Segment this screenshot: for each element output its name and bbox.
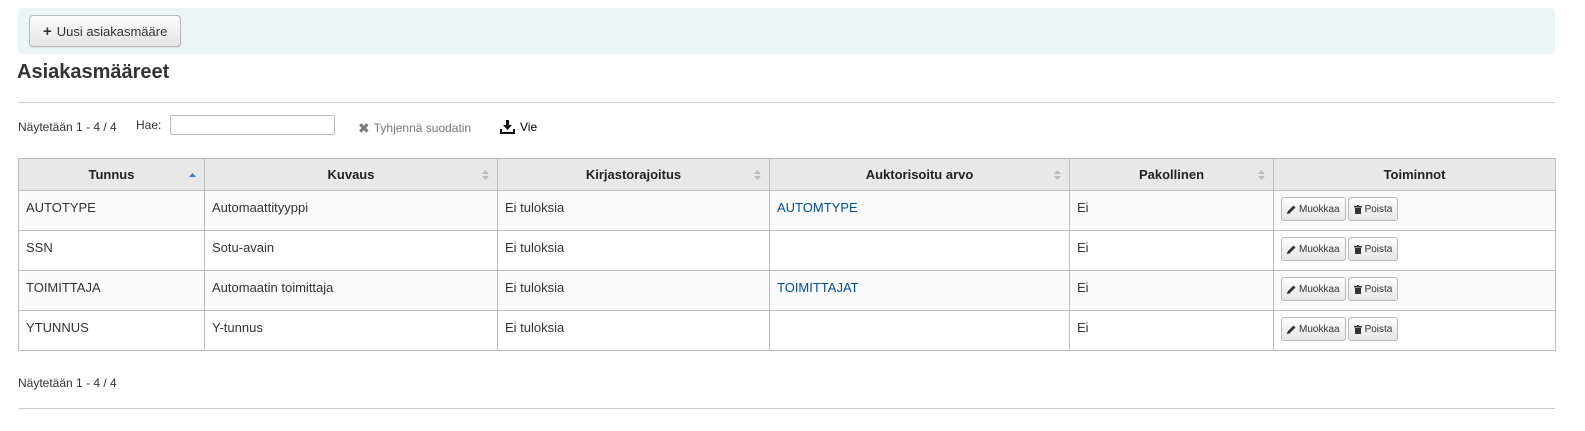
- table-info-bottom: Näytetään 1 - 4 / 4: [18, 376, 117, 390]
- toolbar: + Uusi asiakasmääre: [18, 8, 1555, 54]
- col-header-label: Tunnus: [88, 167, 135, 182]
- col-header-code[interactable]: Tunnus: [18, 158, 205, 191]
- table-row: AUTOTYPE Automaattityyppi Ei tuloksia AU…: [18, 190, 1556, 231]
- col-header-label: Kuvaus: [327, 167, 375, 182]
- pencil-icon: [1287, 245, 1296, 254]
- cell-library-limit: Ei tuloksia: [497, 190, 770, 231]
- cell-actions: Muokkaa Poista: [1273, 230, 1556, 271]
- edit-button[interactable]: Muokkaa: [1281, 197, 1346, 221]
- cell-actions: Muokkaa Poista: [1273, 270, 1556, 311]
- cell-description: Automaatin toimittaja: [204, 270, 498, 311]
- table-header-row: Tunnus Kuvaus Kirjastorajoitus Auktoriso…: [18, 158, 1556, 191]
- sort-both-icon: [1258, 170, 1265, 180]
- col-header-label: Toiminnot: [1383, 167, 1446, 182]
- cell-description: Y-tunnus: [204, 310, 498, 351]
- cell-library-limit: Ei tuloksia: [497, 230, 770, 271]
- cell-code: SSN: [18, 230, 205, 271]
- authorised-value-link[interactable]: AUTOMTYPE: [777, 200, 858, 215]
- page-title: Asiakasmääreet: [17, 61, 170, 83]
- trash-icon: [1353, 284, 1362, 294]
- cell-actions: Muokkaa Poista: [1273, 310, 1556, 351]
- plus-icon: +: [43, 22, 52, 40]
- trash-icon: [1353, 204, 1362, 214]
- trash-icon: [1353, 324, 1362, 334]
- patron-attributes-table: Tunnus Kuvaus Kirjastorajoitus Auktoriso…: [18, 158, 1556, 351]
- col-header-label: Auktorisoitu arvo: [865, 167, 974, 182]
- edit-button[interactable]: Muokkaa: [1281, 277, 1346, 301]
- table-info-top: Näytetään 1 - 4 / 4: [18, 120, 117, 134]
- col-header-library-limit[interactable]: Kirjastorajoitus: [497, 158, 770, 191]
- cell-code: AUTOTYPE: [18, 190, 205, 231]
- col-header-mandatory[interactable]: Pakollinen: [1069, 158, 1274, 191]
- new-button-label: Uusi asiakasmääre: [56, 23, 168, 39]
- table-row: TOIMITTAJA Automaatin toimittaja Ei tulo…: [18, 270, 1556, 311]
- col-header-actions: Toiminnot: [1273, 158, 1556, 191]
- cell-actions: Muokkaa Poista: [1273, 190, 1556, 231]
- cell-mandatory: Ei: [1069, 310, 1274, 351]
- sort-asc-icon: [189, 173, 196, 177]
- delete-label: Poista: [1364, 323, 1393, 335]
- edit-button[interactable]: Muokkaa: [1281, 317, 1346, 341]
- cell-description: Sotu-avain: [204, 230, 498, 271]
- search-label: Hae:: [136, 118, 162, 132]
- cell-code: YTUNNUS: [18, 310, 205, 351]
- download-icon: [500, 120, 515, 134]
- cell-library-limit: Ei tuloksia: [497, 310, 770, 351]
- delete-button[interactable]: Poista: [1347, 277, 1399, 301]
- delete-label: Poista: [1364, 203, 1393, 215]
- cell-description: Automaattityyppi: [204, 190, 498, 231]
- cell-library-limit: Ei tuloksia: [497, 270, 770, 311]
- cell-code: TOIMITTAJA: [18, 270, 205, 311]
- col-header-label: Kirjastorajoitus: [585, 167, 682, 182]
- export-button[interactable]: Vie: [500, 120, 537, 134]
- search-input[interactable]: [170, 115, 335, 135]
- edit-label: Muokkaa: [1299, 203, 1340, 215]
- delete-label: Poista: [1364, 283, 1393, 295]
- table-row: YTUNNUS Y-tunnus Ei tuloksia Ei Muokkaa …: [18, 310, 1556, 351]
- delete-button[interactable]: Poista: [1347, 197, 1399, 221]
- sort-both-icon: [1054, 170, 1061, 180]
- edit-label: Muokkaa: [1299, 243, 1340, 255]
- x-icon: ✖: [358, 120, 370, 136]
- cell-mandatory: Ei: [1069, 270, 1274, 311]
- cell-mandatory: Ei: [1069, 230, 1274, 271]
- cell-authorised-value: [769, 230, 1070, 271]
- export-label: Vie: [520, 120, 538, 134]
- pencil-icon: [1287, 285, 1296, 294]
- edit-button[interactable]: Muokkaa: [1281, 237, 1346, 261]
- pencil-icon: [1287, 205, 1296, 214]
- cell-authorised-value: AUTOMTYPE: [769, 190, 1070, 231]
- pencil-icon: [1287, 325, 1296, 334]
- col-header-authorised-value[interactable]: Auktorisoitu arvo: [769, 158, 1070, 191]
- divider-bottom: [18, 408, 1555, 409]
- authorised-value-link[interactable]: TOIMITTAJAT: [777, 280, 859, 295]
- divider-top: [18, 102, 1555, 103]
- new-patron-attribute-button[interactable]: + Uusi asiakasmääre: [29, 15, 182, 47]
- edit-label: Muokkaa: [1299, 323, 1340, 335]
- cell-authorised-value: [769, 310, 1070, 351]
- clear-filter-label: Tyhjennä suodatin: [373, 121, 472, 135]
- delete-button[interactable]: Poista: [1347, 317, 1399, 341]
- sort-both-icon: [754, 170, 761, 180]
- delete-label: Poista: [1364, 243, 1393, 255]
- col-header-description[interactable]: Kuvaus: [204, 158, 498, 191]
- clear-filter-button[interactable]: ✖ Tyhjennä suodatin: [358, 121, 471, 135]
- trash-icon: [1353, 244, 1362, 254]
- edit-label: Muokkaa: [1299, 283, 1340, 295]
- delete-button[interactable]: Poista: [1347, 237, 1399, 261]
- cell-authorised-value: TOIMITTAJAT: [769, 270, 1070, 311]
- sort-both-icon: [482, 170, 489, 180]
- col-header-label: Pakollinen: [1138, 167, 1205, 182]
- table-row: SSN Sotu-avain Ei tuloksia Ei Muokkaa Po…: [18, 230, 1556, 271]
- cell-mandatory: Ei: [1069, 190, 1274, 231]
